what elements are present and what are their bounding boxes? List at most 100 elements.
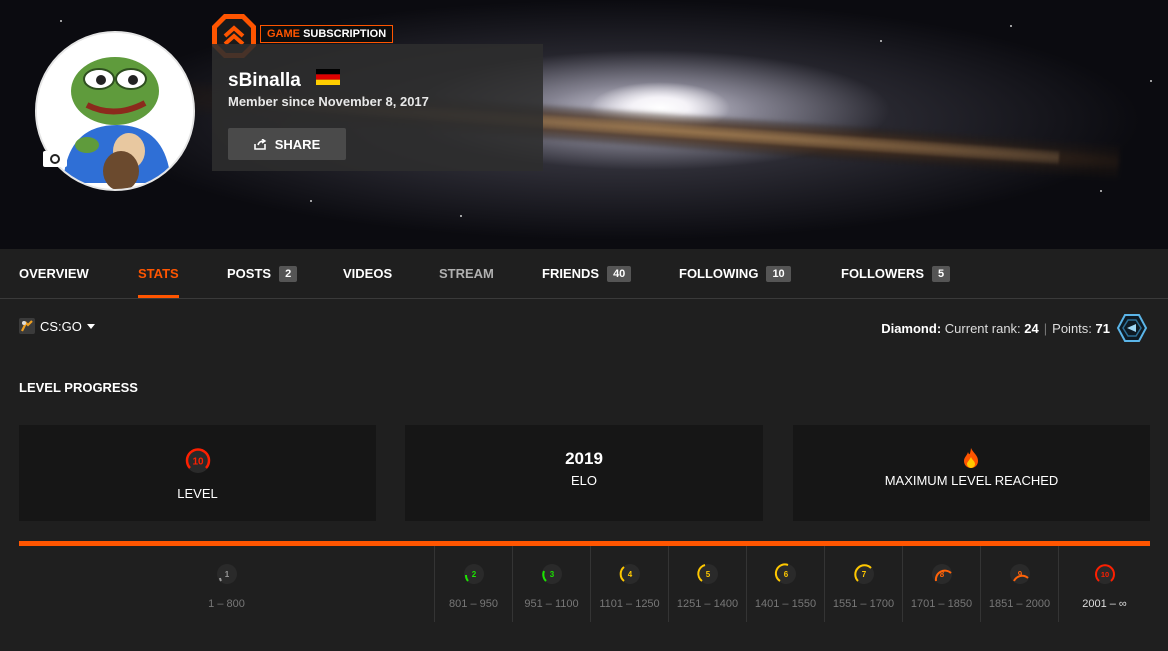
tab-stats[interactable]: STATS: [138, 249, 179, 298]
level-2-icon: 2: [463, 564, 484, 584]
level-8-range: 8 1701 – 1850: [903, 546, 980, 622]
level-4-range: 4 1101 – 1250: [591, 546, 668, 622]
profile-info-box: sBinalla Member since November 8, 2017 S…: [212, 44, 543, 171]
subscription-label: GAME SUBSCRIPTION: [260, 25, 394, 43]
level-number: 5: [705, 570, 710, 579]
profile-banner: GAME SUBSCRIPTION sBinalla Member since …: [0, 0, 1168, 249]
level-7-range: 7 1551 – 1700: [825, 546, 902, 622]
tab-stream[interactable]: STREAM: [439, 249, 494, 298]
member-since: Member since November 8, 2017: [228, 94, 429, 109]
level-range: 1551 – 1700: [832, 598, 895, 610]
tab-label: OVERVIEW: [19, 266, 89, 281]
level-card: 10 LEVEL: [19, 425, 376, 521]
level-10-icon: 10: [1094, 564, 1115, 584]
star: [1150, 80, 1152, 82]
ladder-rank-info: Diamond: Current rank: 24 | Points: 71: [881, 313, 1148, 343]
level-3-range: 3 951 – 1100: [513, 546, 590, 622]
share-icon: [253, 138, 266, 150]
level-range: 951 – 1100: [524, 598, 579, 610]
level-number: 6: [783, 570, 788, 579]
fire-icon: [964, 448, 978, 468]
star: [60, 20, 62, 22]
tab-followers[interactable]: FOLLOWERS 5: [841, 249, 951, 298]
level-2-range: 2 801 – 950: [435, 546, 512, 622]
level-number: 3: [549, 570, 554, 579]
tab-count-badge: 2: [279, 265, 298, 282]
subscription-suffix: SUBSCRIPTION: [303, 28, 387, 40]
level-number: 8: [939, 570, 944, 579]
level-number: 1: [224, 570, 229, 579]
level-range: 1 – 800: [208, 598, 245, 610]
elo-label: ELO: [570, 473, 597, 488]
profile-tabs: OVERVIEW STATS POSTS 2 VIDEOS STREAM FRI…: [0, 249, 1168, 299]
tab-label: FRIENDS: [542, 266, 600, 281]
diamond-rank-icon[interactable]: [1116, 313, 1148, 343]
tab-label: VIDEOS: [343, 266, 393, 281]
share-button[interactable]: SHARE: [228, 128, 346, 160]
level-range: 1251 – 1400: [676, 598, 739, 610]
separator: |: [1043, 320, 1048, 336]
tab-label: FOLLOWING: [679, 266, 759, 281]
csgo-game-icon: [19, 318, 35, 334]
rank-label: Current rank:: [944, 320, 1021, 336]
level-range: 1701 – 1850: [910, 598, 973, 610]
level-9-range: 9 1851 – 2000: [981, 546, 1058, 622]
subscription-prefix: GAME: [267, 28, 300, 40]
star: [1010, 25, 1012, 27]
tab-label: STATS: [138, 266, 179, 281]
tab-overview[interactable]: OVERVIEW: [19, 249, 89, 298]
tab-label: FOLLOWERS: [841, 266, 925, 281]
chevron-down-icon: [86, 323, 95, 329]
level-range: 1101 – 1250: [599, 598, 660, 610]
elo-card: 2019 ELO: [405, 425, 763, 521]
level-3-icon: 3: [541, 564, 562, 584]
ladder-tier: Diamond: [881, 320, 937, 336]
level-number: 2: [471, 570, 476, 579]
game-selector[interactable]: CS:GO: [19, 318, 95, 334]
level-label: LEVEL: [177, 486, 218, 501]
level-1-icon: 1: [216, 564, 237, 584]
tab-posts[interactable]: POSTS 2: [227, 249, 298, 298]
player-nickname: sBinalla: [228, 70, 301, 91]
level-range: 2001 – ∞: [1082, 598, 1127, 610]
star: [1100, 190, 1102, 192]
level-5-icon: 5: [696, 564, 718, 584]
level-number: 7: [861, 570, 866, 579]
level-number: 9: [1017, 570, 1022, 579]
rank-value: 24: [1024, 320, 1039, 336]
germany-flag-icon: [316, 69, 340, 85]
level-5-range: 5 1251 – 1400: [669, 546, 746, 622]
tab-videos[interactable]: VIDEOS: [343, 249, 392, 298]
points-value: 71: [1095, 320, 1110, 336]
tab-count-badge: 40: [607, 265, 632, 282]
share-label: SHARE: [274, 136, 321, 152]
tab-friends[interactable]: FRIENDS 40: [542, 249, 632, 298]
level-6-range: 6 1401 – 1550: [747, 546, 824, 622]
tab-label: POSTS: [227, 266, 272, 281]
level-8-icon: 8: [931, 564, 952, 584]
level-7-icon: 7: [853, 564, 874, 584]
tab-count-badge: 10: [766, 265, 791, 282]
max-level-card: MAXIMUM LEVEL REACHED: [793, 425, 1150, 521]
level-10-range: 10 2001 – ∞: [1059, 546, 1150, 622]
level-progress-title: LEVEL PROGRESS: [19, 380, 138, 395]
star: [460, 215, 462, 217]
level-1-range: 1 1 – 800: [19, 546, 434, 622]
star: [880, 40, 882, 42]
level-value: 10: [192, 457, 204, 468]
points-label: Points:: [1052, 320, 1092, 336]
camera-icon[interactable]: [42, 146, 68, 168]
level-range: 801 – 950: [449, 598, 498, 610]
tab-following[interactable]: FOLLOWING 10: [679, 249, 791, 298]
level-number: 10: [1100, 570, 1108, 579]
level-number: 4: [627, 570, 632, 579]
tab-label: STREAM: [439, 266, 494, 281]
level-10-icon: 10: [185, 448, 211, 473]
game-selector-label: CS:GO: [40, 318, 82, 334]
level-range: 1401 – 1550: [754, 598, 817, 610]
level-9-icon: 9: [1009, 564, 1030, 584]
star: [310, 200, 312, 202]
level-6-icon: 6: [774, 563, 796, 584]
level-4-icon: 4: [619, 564, 640, 584]
tab-count-badge: 5: [932, 265, 951, 282]
